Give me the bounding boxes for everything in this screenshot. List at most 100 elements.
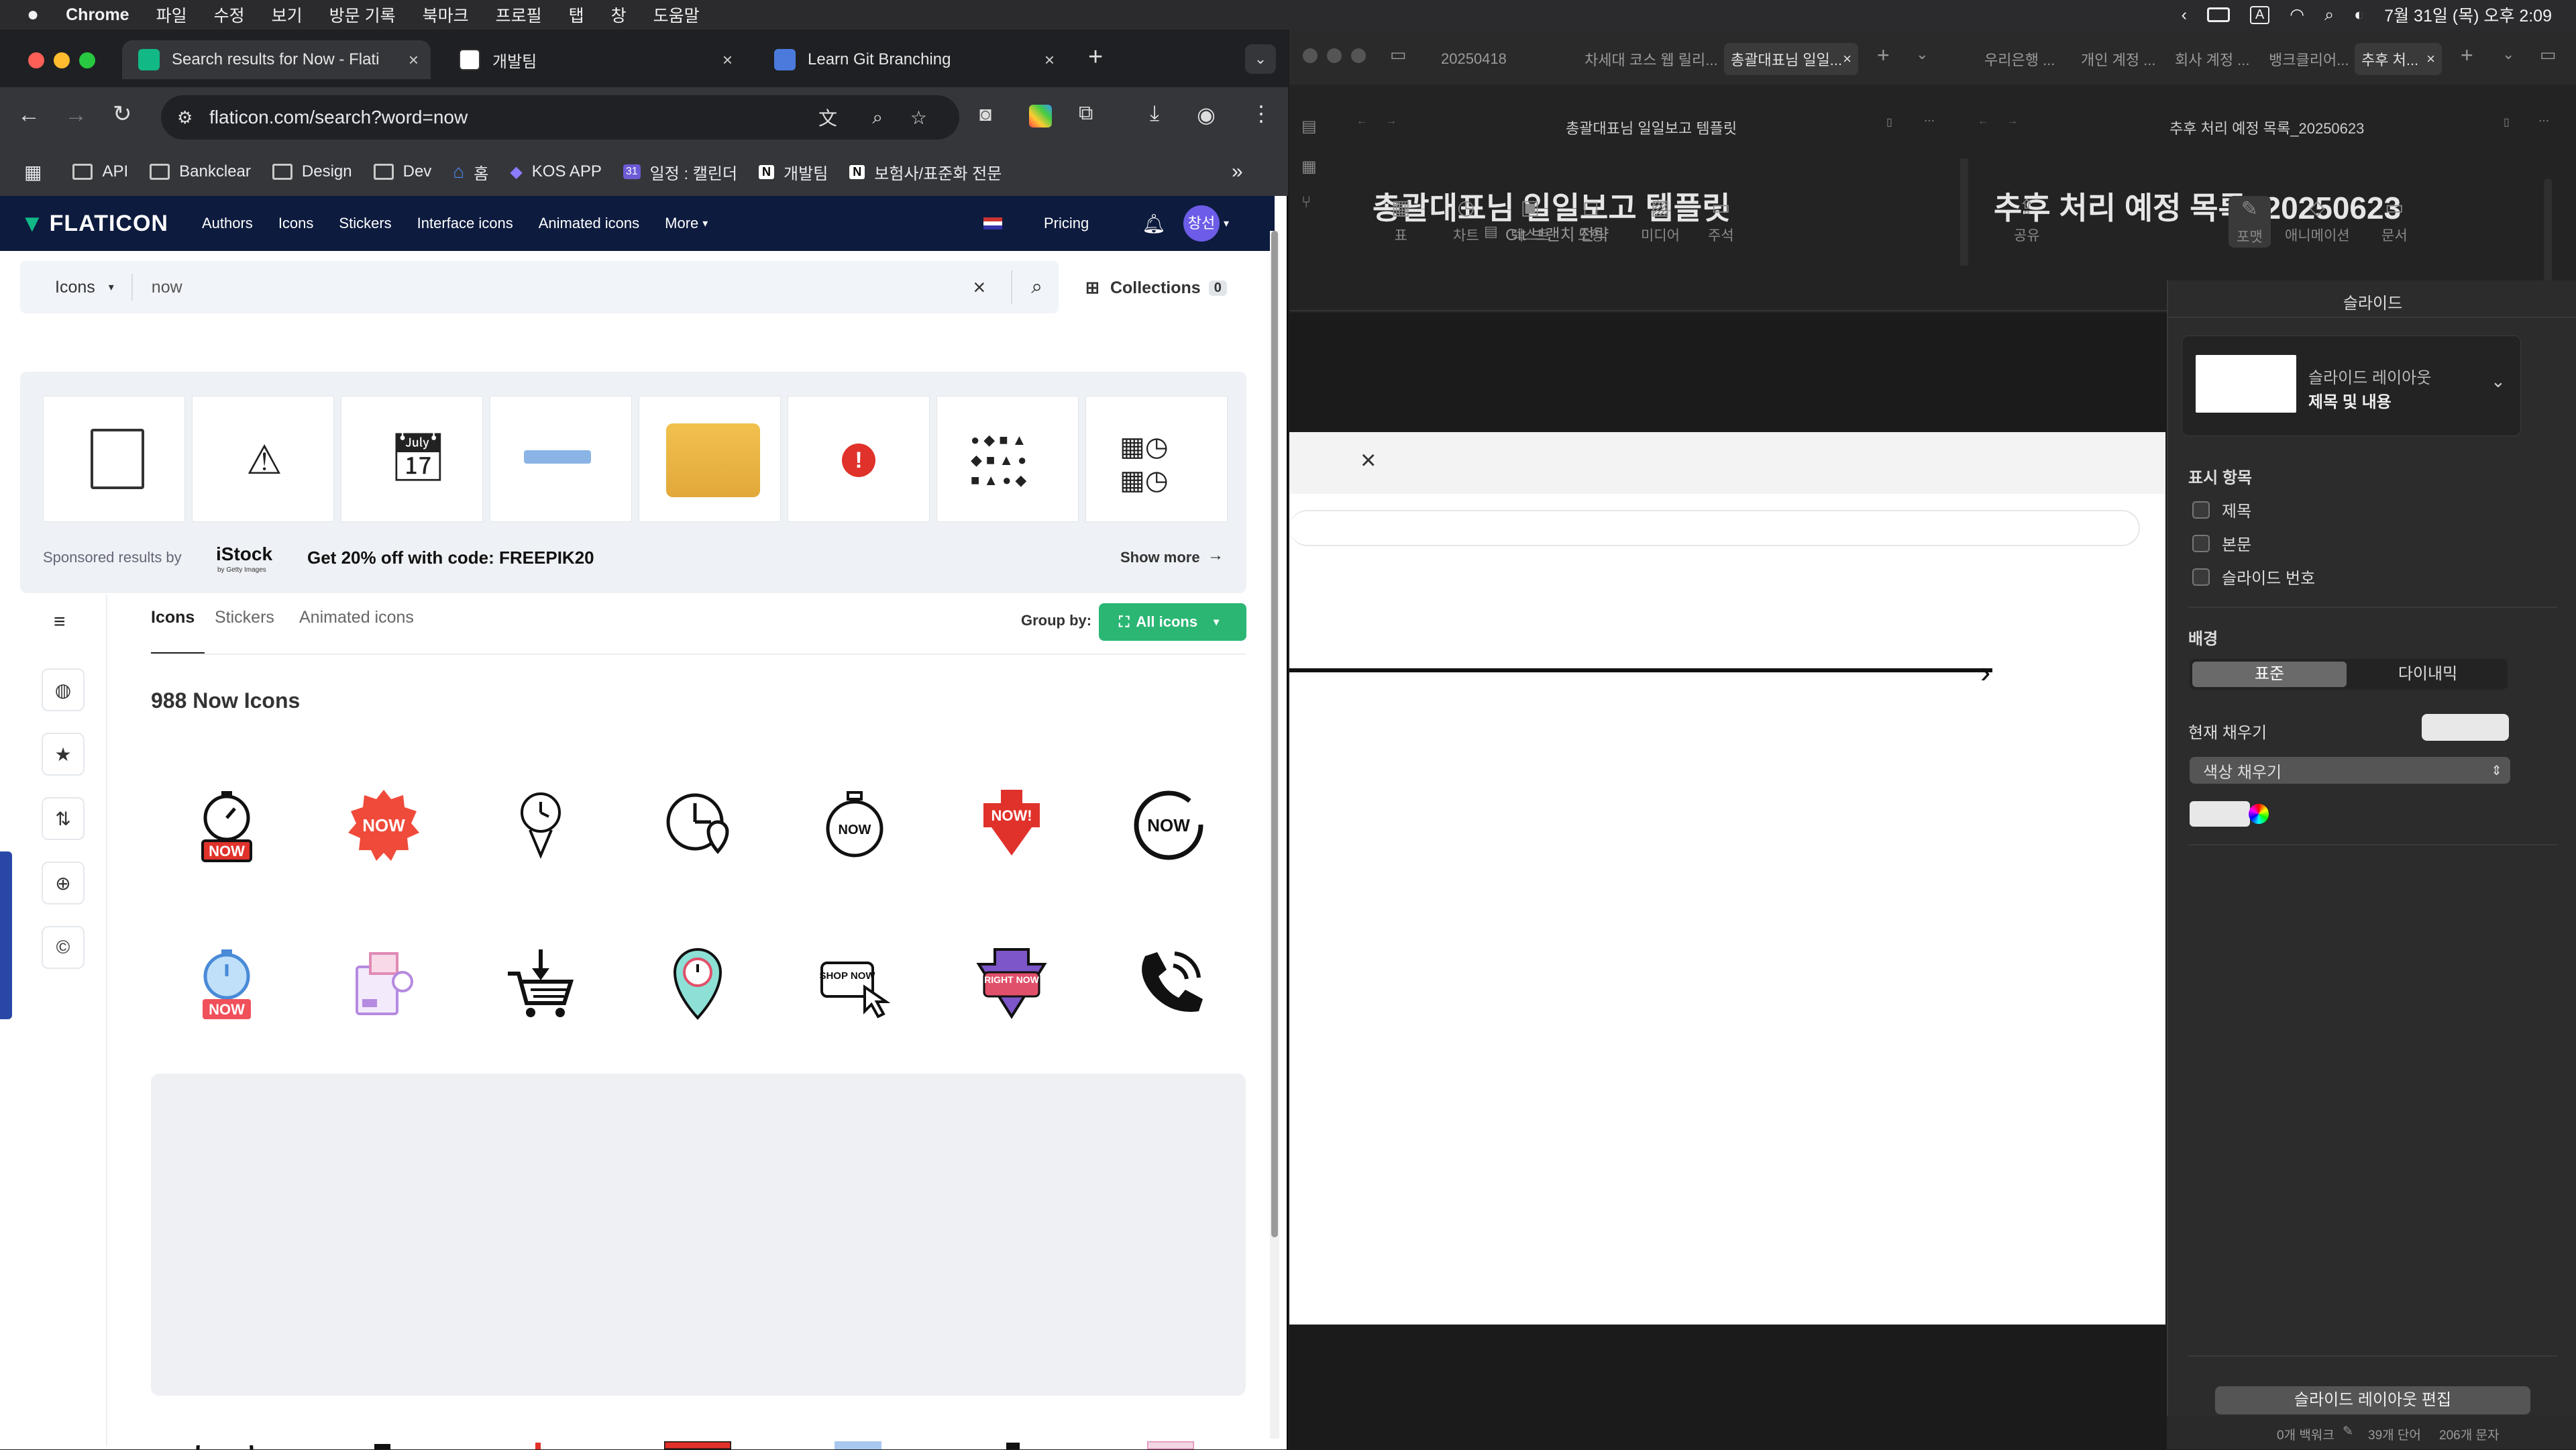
icon-result-right-now[interactable]: RIGHT NOW xyxy=(971,943,1052,1024)
forward-arrow-icon-2[interactable]: → xyxy=(2007,115,2018,127)
tab-learn-git[interactable]: Learn Git Branching × xyxy=(758,40,1067,79)
pages-tab-woori[interactable]: 우리은행 ... xyxy=(1984,43,2055,75)
window-minimize-button[interactable] xyxy=(1327,48,1342,63)
window-close-button[interactable] xyxy=(1303,48,1318,63)
reload-button[interactable]: ↻ xyxy=(113,101,132,127)
fill-type-select[interactable]: 색상 채우기 ⇕ xyxy=(2190,757,2510,784)
color-swatch[interactable] xyxy=(2190,801,2250,827)
tool-share[interactable]: ⇪ 공유 xyxy=(2014,196,2040,245)
close-tab-icon[interactable]: × xyxy=(2426,50,2435,68)
menu-app-name[interactable]: Chrome xyxy=(66,5,129,25)
bookmark-devteam[interactable]: N 개발팀 xyxy=(759,160,828,184)
new-tab-button[interactable]: + xyxy=(1877,43,1890,68)
pages-tab-company[interactable]: 회사 계정 ... xyxy=(2175,43,2250,75)
nav-more[interactable]: More xyxy=(665,215,698,232)
checkbox-title[interactable]: 제목 xyxy=(2192,498,2251,521)
more-icon-2[interactable]: ⋯ xyxy=(2538,114,2549,127)
icon-result-now-badge[interactable]: NOW xyxy=(343,785,424,866)
icon-result-clock-pin[interactable] xyxy=(500,785,581,866)
subtab-stickers[interactable]: Stickers xyxy=(215,608,274,627)
checkbox-box[interactable] xyxy=(2192,568,2210,586)
pages-tab-next-gen[interactable]: 차세대 코스 웹 릴리... xyxy=(1585,43,1718,75)
sponsored-image-alert[interactable] xyxy=(639,396,781,522)
sponsored-image-error[interactable]: ! xyxy=(788,396,930,522)
menu-profile[interactable]: 프로필 xyxy=(496,3,542,27)
license-filter-button[interactable]: © xyxy=(42,926,85,969)
icon-result-cart-download[interactable] xyxy=(500,943,581,1024)
tool-format[interactable]: ✎ 포맷 xyxy=(2229,196,2271,248)
more-icon[interactable]: ⋯ xyxy=(1924,114,1935,127)
istock-logo[interactable]: iStock xyxy=(216,543,272,565)
pages-tab-daily-report[interactable]: 총괄대표님 일일... × xyxy=(1724,43,1858,75)
icon-result-time-location[interactable] xyxy=(657,943,738,1024)
sponsored-image-icon-set[interactable]: ●◆■▲ ◆■▲● ■▲●◆ xyxy=(936,396,1079,522)
sponsored-image-workflow[interactable] xyxy=(43,396,185,522)
pages-tab-bankclear[interactable]: 뱅크클리어... xyxy=(2269,43,2349,75)
tab-flaticon[interactable]: Search results for Now - Flati × xyxy=(122,40,431,79)
package-partial-icon[interactable] xyxy=(1147,1441,1194,1449)
tool-media[interactable]: ▨ 미디어 xyxy=(1641,196,1680,245)
tool-chart[interactable]: ◷ 차트 xyxy=(1453,196,1479,245)
wifi-icon[interactable]: ◠ xyxy=(2290,5,2304,25)
bookmarks-overflow-icon[interactable]: » xyxy=(1232,160,1243,183)
icon-result-delivery-box[interactable] xyxy=(343,943,424,1024)
close-tab-icon[interactable]: × xyxy=(409,50,419,70)
control-center-icon[interactable]: ◐ xyxy=(2354,5,2364,25)
address-bar[interactable]: ⚙ flaticon.com/search?word=now 文 ⌕ ☆ xyxy=(161,95,959,140)
nav-authors[interactable]: Authors xyxy=(202,215,253,232)
color-wheel-icon[interactable] xyxy=(2249,804,2269,824)
sidebar-right-icon[interactable]: ▭ xyxy=(2540,44,2557,65)
bookmark-design[interactable]: Design xyxy=(272,162,352,181)
bookmark-kos-app[interactable]: ◆ KOS APP xyxy=(510,162,602,182)
camera-extension-icon[interactable]: ◙ xyxy=(979,103,991,126)
sponsored-image-progress[interactable] xyxy=(490,396,632,522)
close-window-button[interactable] xyxy=(28,52,44,68)
layout-picker[interactable]: 슬라이드 레이아웃 제목 및 내용 ⌄ xyxy=(2182,335,2521,436)
nav-interface-icons[interactable]: Interface icons xyxy=(417,215,513,232)
bell-icon[interactable]: 🔔︎ xyxy=(1142,213,1166,235)
pencil-icon[interactable]: ✎ xyxy=(2343,1424,2353,1439)
avatar[interactable]: 창선 xyxy=(1183,205,1220,242)
tab-overview-icon-2[interactable]: ⌄ xyxy=(2502,46,2514,63)
branch-side-icon[interactable]: ⑂ xyxy=(1301,193,1311,212)
tool-text[interactable]: ▣ 텍스트 xyxy=(1511,196,1550,245)
slide-input-field[interactable] xyxy=(1289,510,2140,546)
slide[interactable]: × › xyxy=(1289,432,2165,1325)
tab-devteam[interactable]: 개발팀 × xyxy=(443,40,745,79)
nav-icons[interactable]: Icons xyxy=(278,215,314,232)
download-icon[interactable]: ⤓ xyxy=(1150,101,1159,126)
style-filter-button[interactable]: ★ xyxy=(42,733,85,776)
keyboard-icon[interactable] xyxy=(2206,7,2230,22)
tool-animate[interactable]: ◇ 애니메이션 xyxy=(2285,196,2350,245)
bookmark-insurance[interactable]: N 보험사/표준화 전문 xyxy=(849,160,1002,184)
tag-partial-icon[interactable] xyxy=(531,1443,545,1449)
current-fill-swatch[interactable] xyxy=(2422,714,2509,741)
clear-search-icon[interactable]: × xyxy=(973,275,986,300)
kebab-menu-icon[interactable]: ⋮ xyxy=(1250,101,1272,126)
box-partial-icon[interactable] xyxy=(835,1441,881,1449)
menu-bookmarks[interactable]: 북마크 xyxy=(423,3,469,27)
forward-arrow-icon[interactable]: → xyxy=(1386,115,1397,127)
icon-result-stopwatch-now-outline[interactable]: NOW xyxy=(814,785,895,866)
subtab-icons[interactable]: Icons xyxy=(151,608,195,627)
search-icon[interactable]: ⌕ xyxy=(2324,5,2334,25)
arrow-right-icon[interactable]: → xyxy=(1208,546,1224,565)
forward-button[interactable]: → xyxy=(64,102,87,128)
bookmark-home[interactable]: ⌂ 홈 xyxy=(453,160,488,184)
icon-result-phone-ringing[interactable] xyxy=(1128,943,1209,1024)
pages-tab-20250418[interactable]: 20250418 xyxy=(1441,43,1507,75)
flaticon-logo[interactable]: FLATICON xyxy=(50,211,168,237)
back-arrow-icon-2[interactable]: ← xyxy=(1978,115,1988,127)
sponsored-image-calendar[interactable]: 📅︎ xyxy=(341,396,483,522)
back-arrow-icon[interactable]: ← xyxy=(1356,115,1367,127)
bookmark-api[interactable]: API xyxy=(72,162,128,181)
bookmark-bankclear[interactable]: Bankclear xyxy=(150,162,251,181)
tool-table[interactable]: ▦ 표 xyxy=(1391,196,1410,245)
doc-side-icon[interactable]: ▤ xyxy=(1301,117,1317,136)
language-flag-icon[interactable] xyxy=(983,217,1002,229)
close-tab-icon[interactable]: × xyxy=(1843,50,1851,68)
zoom-window-button[interactable] xyxy=(79,52,95,68)
stopwatch-partial-icon[interactable] xyxy=(356,1444,409,1449)
menubar-datetime[interactable]: 7월 31일 (목) 오후 2:09 xyxy=(2384,3,2552,27)
menu-view[interactable]: 보기 xyxy=(272,3,303,27)
